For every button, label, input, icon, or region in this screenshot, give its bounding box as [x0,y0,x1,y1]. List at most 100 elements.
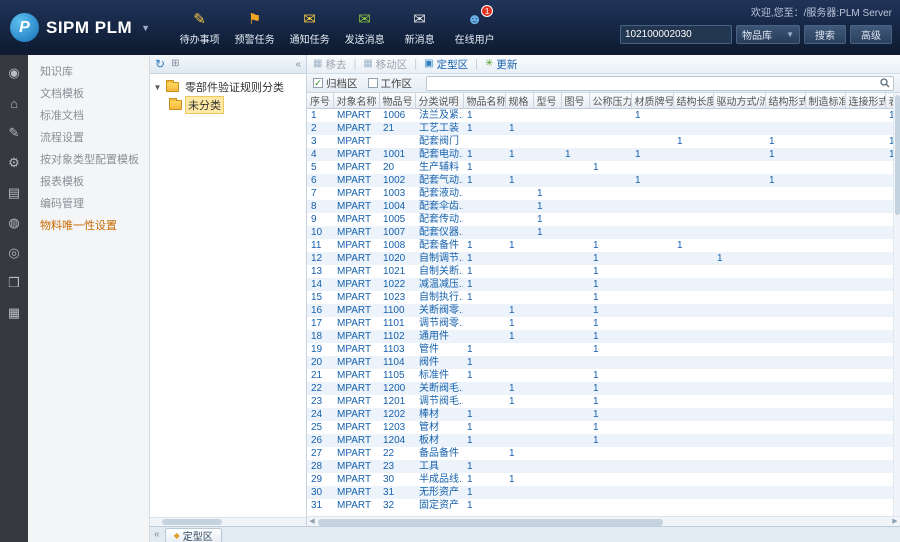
menu-item[interactable]: 报表模板 [28,171,149,193]
video-icon[interactable]: ◍ [4,213,24,233]
table-row[interactable]: 8 MPART 1004 配套伞齿.. 1 [307,200,893,213]
vertical-scrollbar[interactable] [893,93,900,516]
scrollbar-thumb[interactable] [318,518,663,526]
scroll-right-icon[interactable]: ▶ [890,517,900,526]
table-row[interactable]: 20 MPART 1104 阀件 1 [307,356,893,369]
menu-item[interactable]: 物料唯一性设置 [28,215,149,237]
column-header[interactable]: 表… [885,93,893,109]
refresh-button[interactable]: ✳ 更新 [485,57,517,72]
table-row[interactable]: 13 MPART 1021 自制关断.. 1 1 [307,265,893,278]
column-header[interactable]: 材质牌号 [631,93,674,109]
column-header[interactable]: 结构长度 [673,93,714,109]
archive-area-checkbox[interactable]: ✓ 归档区 [313,76,358,91]
table-row[interactable]: 4 MPART 1001 配套电动.. 1 1 1 1 1 1 [307,148,893,161]
table-row[interactable]: 15 MPART 1023 自制执行.. 1 1 [307,291,893,304]
search-scope-select[interactable]: 物品库 ▼ [736,25,800,44]
menu-item[interactable]: 编码管理 [28,193,149,215]
scrollbar-thumb[interactable] [162,519,222,525]
quick-search-input[interactable] [427,76,877,90]
table-row[interactable]: 1 MPART 1006 法兰及紧.. 1 1 1 [307,109,893,123]
table-row[interactable]: 29 MPART 30 半成品线.. 1 1 [307,473,893,486]
column-header[interactable]: 分类说明 [415,93,464,109]
fixed-area-tab[interactable]: ◆ 定型区 [164,527,222,542]
chevron-down-icon[interactable]: ▼ [141,23,150,33]
column-header[interactable]: 对象名称 [333,93,380,109]
menu-item[interactable]: 按对象类型配置模板 [28,149,149,171]
card-icon[interactable]: ▦ [4,303,24,323]
tree-node-unclassified[interactable]: 未分类 [153,96,303,114]
refresh-icon[interactable]: ↻ [155,58,165,70]
fixed-area-button[interactable]: ▣ 定型区 [424,57,468,72]
table-row[interactable]: 11 MPART 1008 配套备件 1 1 1 1 [307,239,893,252]
settings-icon[interactable]: ⚙ [4,153,24,173]
column-header[interactable]: 型号 [533,93,562,109]
table-row[interactable]: 6 MPART 1002 配套气动.. 1 1 1 1 [307,174,893,187]
column-header[interactable]: 图号 [561,93,590,109]
menu-item[interactable]: 标准文档 [28,105,149,127]
edit-icon[interactable]: ✎ [4,123,24,143]
scrollbar-thumb[interactable] [895,95,900,215]
table-row[interactable]: 24 MPART 1202 棒材 1 1 [307,408,893,421]
column-header[interactable]: 公称压力 [589,93,632,109]
toolbar-item-todo-items[interactable]: ✎ 待办事项 [172,9,227,47]
column-header[interactable]: 规格 [505,93,534,109]
menu-item[interactable]: 知识库 [28,61,149,83]
app-logo[interactable]: P SIPM PLM ▼ [0,0,166,55]
toolbar-item-online-users[interactable]: ☻ 在线用户 1 [447,5,502,46]
global-search-input[interactable] [620,25,732,44]
table-row[interactable]: 10 MPART 1007 配套仪器.. 1 [307,226,893,239]
collapse-icon[interactable]: « [154,529,160,540]
menu-item[interactable]: 文档模板 [28,83,149,105]
table-row[interactable]: 19 MPART 1103 管件 1 1 [307,343,893,356]
table-row[interactable]: 2 MPART 21 工艺工装 1 1 [307,122,893,135]
book-icon[interactable]: ❒ [4,273,24,293]
column-header[interactable]: 连接形式 [845,93,886,109]
table-row[interactable]: 16 MPART 1100 关断阀零.. 1 1 [307,304,893,317]
target-icon[interactable]: ◎ [4,243,24,263]
table-row[interactable]: 31 MPART 32 固定资产 1 [307,499,893,512]
table-row[interactable]: 27 MPART 22 备品备件 1 [307,447,893,460]
tree-node-root[interactable]: ▼ 零部件验证规则分类 [153,78,303,96]
table-row[interactable]: 14 MPART 1022 减温减压.. 1 1 [307,278,893,291]
menu-item[interactable]: 流程设置 [28,127,149,149]
table-row[interactable]: 22 MPART 1200 关断阀毛.. 1 1 [307,382,893,395]
toolbar-item-alert-tasks[interactable]: ⚑ 预警任务 [227,9,282,47]
column-header[interactable]: 物品号 [379,93,416,109]
column-header[interactable]: 物品名称 [463,93,506,109]
table-row[interactable]: 17 MPART 1101 调节阀零.. 1 1 [307,317,893,330]
tree-expand-icon[interactable]: ▼ [153,83,162,92]
advanced-search-button[interactable]: 高级 [850,25,892,44]
tree-horizontal-scrollbar[interactable] [150,517,306,526]
column-header[interactable]: 序号 [307,93,334,109]
table-row[interactable]: 12 MPART 1020 自制调节.. 1 1 1 [307,252,893,265]
table-row[interactable]: 28 MPART 23 工具 1 [307,460,893,473]
horizontal-scrollbar[interactable]: ◀ ▶ [307,516,900,526]
search-icon[interactable] [877,78,893,88]
expand-all-icon[interactable]: ⊞ [171,59,179,69]
table-row[interactable]: 23 MPART 1201 调节阀毛.. 1 1 [307,395,893,408]
table-row[interactable]: 3 MPART 配套阀门 1 1 1 [307,135,893,148]
table-row[interactable]: 7 MPART 1003 配套液动.. 1 [307,187,893,200]
toolbar-item-send-message[interactable]: ✉ 发送消息 [337,9,392,47]
work-area-checkbox[interactable]: 工作区 [367,76,412,91]
column-header[interactable]: 制造标准 [805,93,846,109]
database-icon[interactable]: ▤ [4,183,24,203]
table-row[interactable]: 5 MPART 20 生产辅料 1 1 [307,161,893,174]
search-button[interactable]: 搜索 [804,25,846,44]
table-row[interactable]: 26 MPART 1204 板材 1 1 [307,434,893,447]
move-area-button[interactable]: ▦ 移动区 [363,57,407,72]
table-row[interactable]: 25 MPART 1203 管材 1 1 [307,421,893,434]
toolbar-item-notify-tasks[interactable]: ✉ 通知任务 [282,9,337,47]
column-header[interactable]: 结构形式 [765,93,806,109]
column-header[interactable]: 驱动方式/流量… [713,93,766,109]
remove-button[interactable]: ▦ 移去 [313,57,346,72]
media-icon[interactable]: ◉ [4,63,24,83]
table-row[interactable]: 9 MPART 1005 配套传动.. 1 [307,213,893,226]
table-row[interactable]: 30 MPART 31 无形资产 1 [307,486,893,499]
home-icon[interactable]: ⌂ [4,93,24,113]
collapse-panel-icon[interactable]: « [295,59,301,70]
scroll-left-icon[interactable]: ◀ [307,517,317,526]
toolbar-item-new-message[interactable]: ✉ 新消息 [392,9,447,47]
table-row[interactable]: 21 MPART 1105 标准件 1 1 [307,369,893,382]
table-row[interactable]: 18 MPART 1102 通用件 1 1 [307,330,893,343]
